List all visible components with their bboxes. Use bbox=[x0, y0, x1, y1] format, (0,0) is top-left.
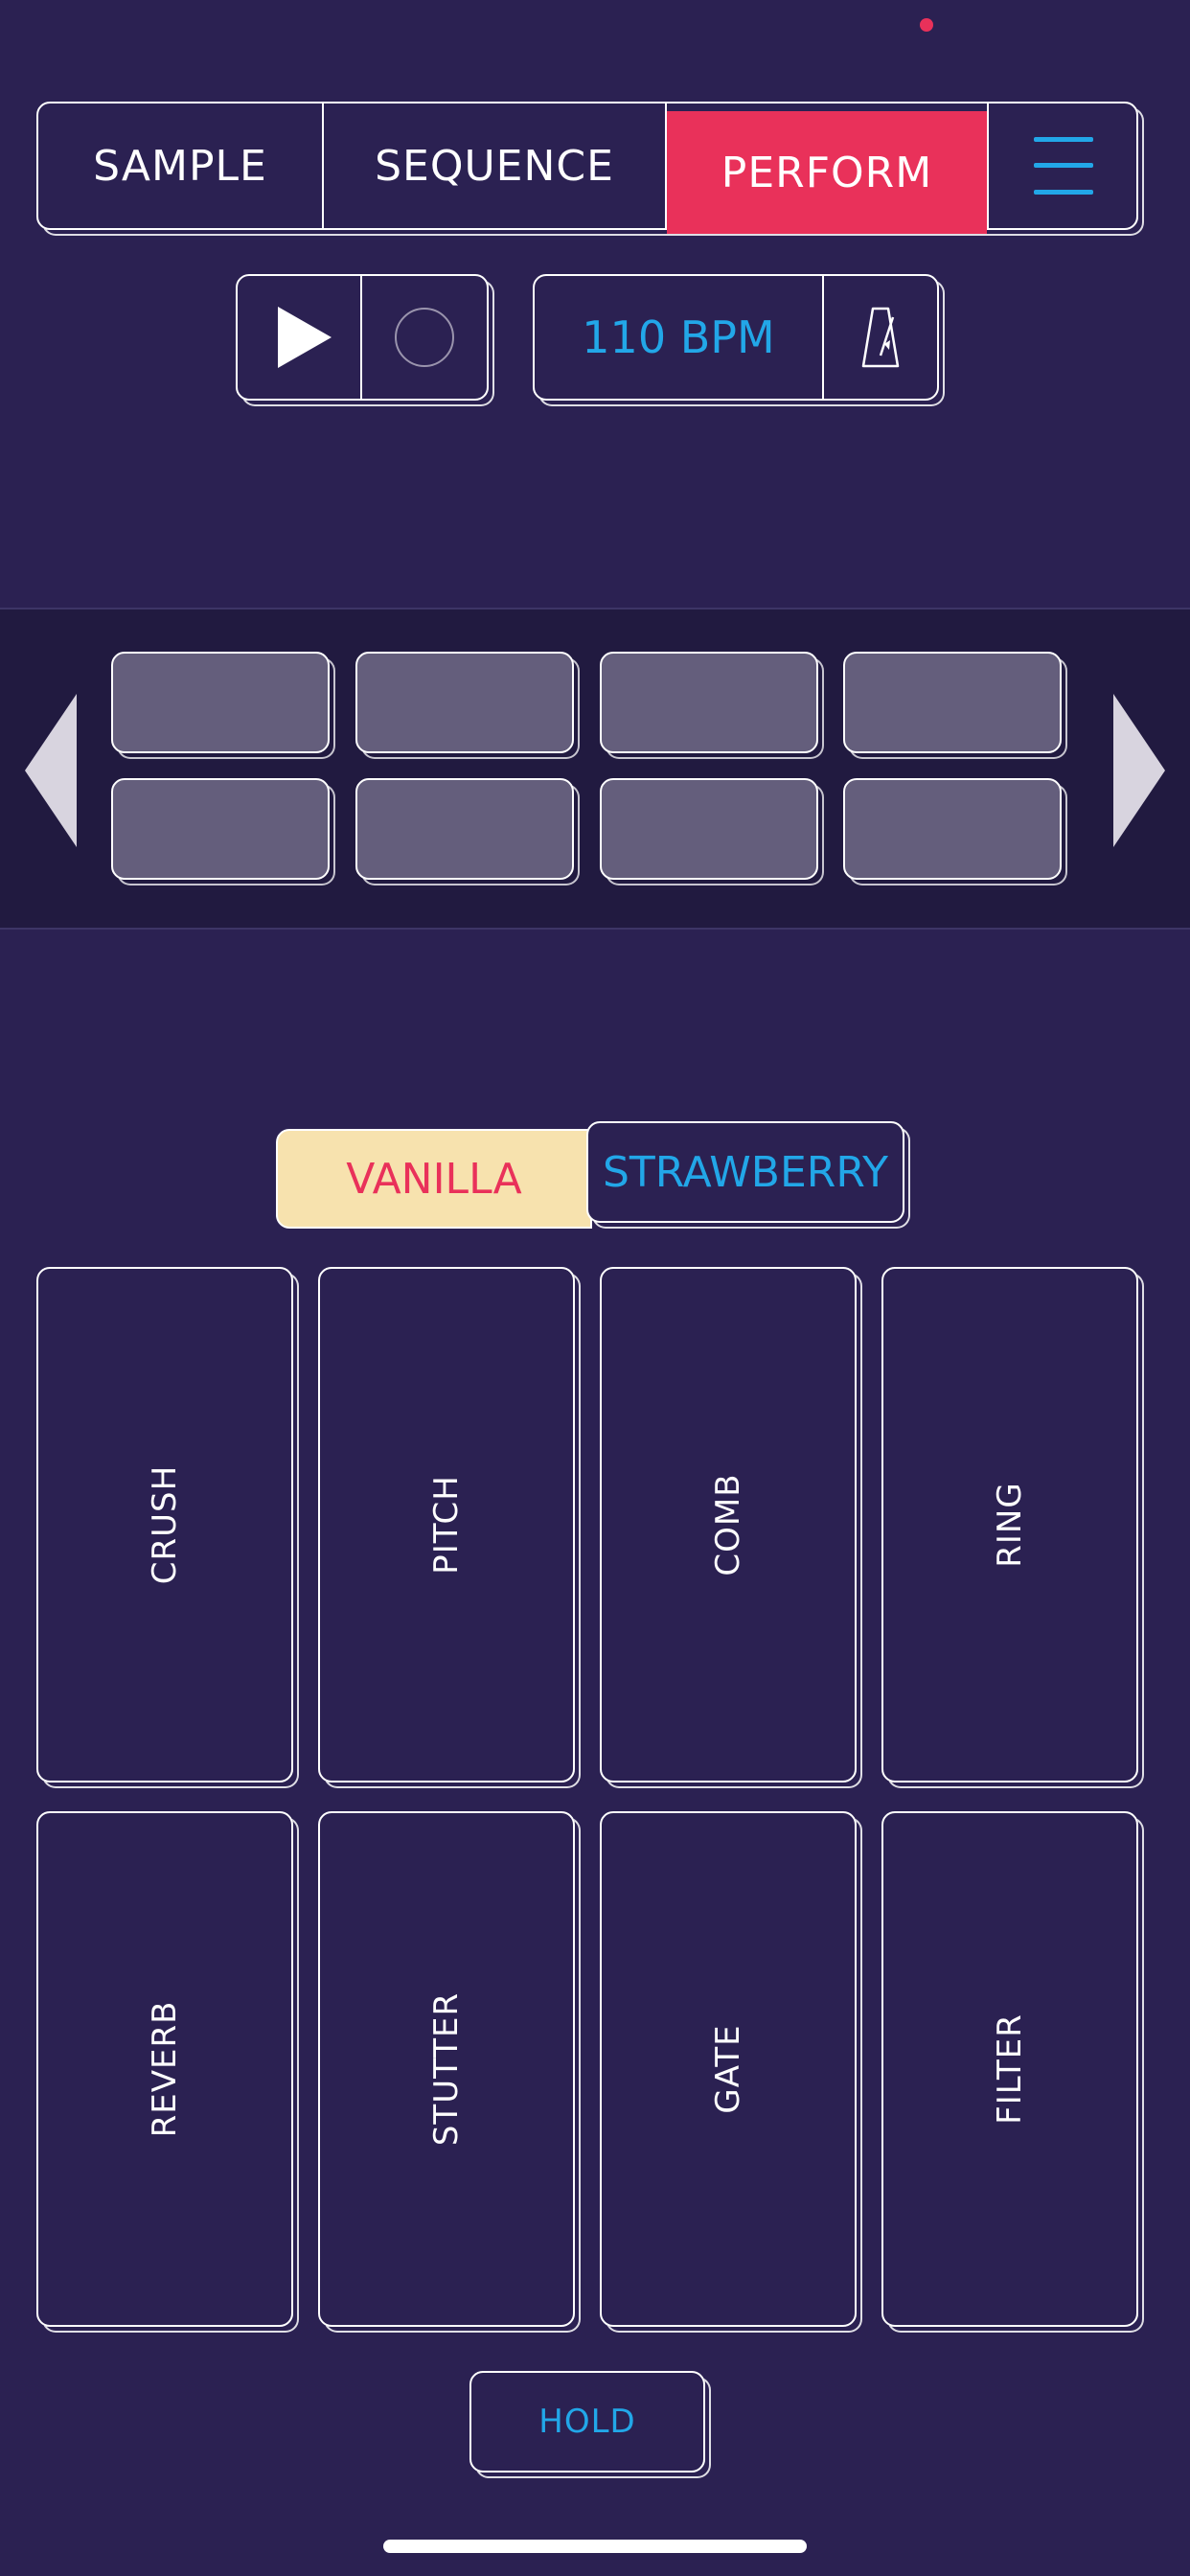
fx-pad-pitch[interactable]: PITCH bbox=[318, 1267, 575, 1782]
tab-sequence[interactable]: SEQUENCE bbox=[324, 104, 667, 228]
metronome-button[interactable] bbox=[824, 276, 937, 399]
sample-slot[interactable] bbox=[843, 652, 1062, 753]
flavor-vanilla-button[interactable]: VANILLA bbox=[276, 1129, 592, 1229]
sample-slot[interactable] bbox=[355, 652, 574, 753]
tab-sequence-label: SEQUENCE bbox=[375, 141, 614, 191]
fx-pad-label: RING bbox=[991, 1482, 1029, 1568]
hamburger-icon bbox=[1034, 137, 1093, 195]
sample-slot[interactable] bbox=[111, 778, 330, 880]
sample-slot[interactable] bbox=[843, 778, 1062, 880]
hold-label: HOLD bbox=[538, 2403, 636, 2441]
fx-pad-comb[interactable]: COMB bbox=[600, 1267, 857, 1782]
record-icon bbox=[395, 308, 454, 367]
recording-indicator-dot bbox=[920, 18, 933, 32]
bpm-button[interactable]: 110 BPM bbox=[535, 276, 824, 399]
fx-pad-ring[interactable]: RING bbox=[881, 1267, 1138, 1782]
fx-pad-filter[interactable]: FILTER bbox=[881, 1811, 1138, 2327]
tab-perform-label: PERFORM bbox=[721, 148, 933, 197]
sample-slot[interactable] bbox=[600, 652, 818, 753]
tab-sample-label: SAMPLE bbox=[93, 141, 267, 191]
metronome-icon bbox=[861, 307, 900, 368]
fx-pad-crush[interactable]: CRUSH bbox=[36, 1267, 293, 1782]
fx-pad-reverb[interactable]: REVERB bbox=[36, 1811, 293, 2327]
triangle-right-icon[interactable] bbox=[1113, 694, 1165, 847]
fx-pad-label: REVERB bbox=[146, 2000, 184, 2138]
record-button[interactable] bbox=[362, 276, 487, 399]
sample-slot[interactable] bbox=[600, 778, 818, 880]
sample-bank-strip bbox=[0, 608, 1190, 930]
sample-slot[interactable] bbox=[111, 652, 330, 753]
fx-pad-label: CRUSH bbox=[146, 1464, 184, 1585]
flavor-vanilla-label: VANILLA bbox=[346, 1154, 522, 1204]
flavor-strawberry-label: STRAWBERRY bbox=[603, 1147, 888, 1197]
bpm-label: 110 BPM bbox=[582, 311, 775, 363]
menu-button[interactable] bbox=[987, 104, 1138, 228]
sample-slot[interactable] bbox=[355, 778, 574, 880]
transport-controls bbox=[236, 274, 489, 401]
fx-pad-label: STUTTER bbox=[427, 1991, 466, 2147]
fx-pad-label: FILTER bbox=[991, 2013, 1029, 2125]
tempo-controls: 110 BPM bbox=[533, 274, 939, 401]
perform-screen: SAMPLE SEQUENCE PERFORM 110 BPM VANILLA … bbox=[0, 0, 1190, 2576]
home-indicator[interactable] bbox=[383, 2540, 807, 2553]
fx-pad-gate[interactable]: GATE bbox=[600, 1811, 857, 2327]
mode-tab-bar: SAMPLE SEQUENCE PERFORM bbox=[36, 102, 1138, 234]
tab-perform[interactable]: PERFORM bbox=[667, 111, 987, 234]
fx-pad-label: PITCH bbox=[427, 1475, 466, 1575]
flavor-toggle: VANILLA STRAWBERRY bbox=[276, 1121, 904, 1229]
triangle-left-icon[interactable] bbox=[25, 694, 77, 847]
fx-pad-label: GATE bbox=[709, 2024, 747, 2114]
flavor-strawberry-button[interactable]: STRAWBERRY bbox=[586, 1121, 904, 1223]
tab-sample[interactable]: SAMPLE bbox=[38, 104, 324, 228]
play-button[interactable] bbox=[238, 276, 362, 399]
play-icon bbox=[278, 307, 332, 368]
hold-button[interactable]: HOLD bbox=[469, 2371, 705, 2472]
fx-pad-stutter[interactable]: STUTTER bbox=[318, 1811, 575, 2327]
fx-pad-label: COMB bbox=[709, 1473, 747, 1576]
